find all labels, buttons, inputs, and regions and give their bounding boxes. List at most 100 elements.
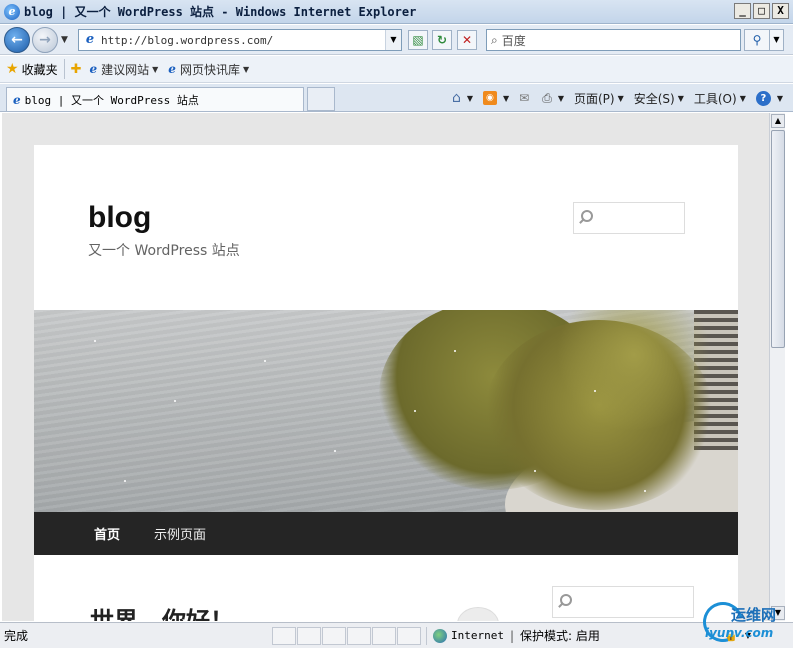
snowflake	[174, 400, 176, 402]
zone-name: Internet	[451, 629, 504, 642]
search-provider-dropdown[interactable]: ▼	[770, 29, 784, 51]
address-url[interactable]: http://blog.wordpress.com/	[101, 34, 385, 47]
chevron-down-icon: ▼	[466, 93, 473, 103]
window-titlebar[interactable]: e blog | 又一个 WordPress 站点 - Windows Inte…	[0, 0, 793, 24]
safety-menu[interactable]: 安全(S) ▼	[634, 90, 684, 107]
security-zone[interactable]: Internet | 保护模式: 启用	[426, 626, 606, 645]
status-text: 完成	[4, 629, 29, 643]
nav-item-home[interactable]: 首页	[94, 524, 120, 543]
search-button[interactable]: ⚲	[744, 29, 770, 51]
site-title[interactable]: blog	[88, 201, 151, 235]
page-viewport[interactable]: blog 又一个 WordPress 站点 首页 示例页面 世界，你好！	[2, 113, 769, 621]
stop-icon: ✕	[461, 33, 473, 47]
help-icon: ?	[755, 90, 771, 106]
chevron-down-icon: ▼	[739, 93, 746, 103]
home-button[interactable]: ⌂ ▼	[452, 90, 473, 106]
globe-icon	[433, 628, 447, 643]
comment-bubble-icon[interactable]	[457, 607, 499, 621]
snowflake	[414, 410, 416, 412]
snowflake	[94, 340, 96, 342]
snowflake	[454, 350, 456, 352]
search-input[interactable]: ⌕ 百度	[486, 29, 741, 51]
snowflake	[594, 390, 596, 392]
zone-separator: |	[509, 628, 515, 643]
maximize-button[interactable]: □	[753, 3, 770, 19]
chevron-down-icon: ▼	[502, 93, 510, 103]
page-menu[interactable]: 页面(P) ▼	[574, 90, 624, 107]
tools-menu[interactable]: 工具(O) ▼	[694, 90, 746, 107]
status-pane	[347, 626, 371, 645]
ie-page-icon: e	[13, 92, 21, 107]
chevron-down-icon: ▼	[152, 64, 159, 74]
scroll-thumb[interactable]	[771, 130, 785, 348]
search-icon	[581, 210, 593, 222]
compatibility-view-button[interactable]: ▧	[408, 30, 428, 50]
sidebar-search-input[interactable]	[552, 586, 694, 618]
search-icon	[560, 594, 572, 606]
safety-menu-label: 安全(S)	[633, 91, 675, 106]
nav-item-sample-page[interactable]: 示例页面	[154, 524, 206, 543]
fav-item-label: 网页快讯库	[179, 62, 240, 77]
tab-blog[interactable]: e blog | 又一个 WordPress 站点	[6, 87, 304, 111]
window-controls: _ □ X	[734, 3, 789, 19]
snowflake	[644, 490, 646, 492]
refresh-button[interactable]: ↻	[432, 30, 452, 50]
wp-search-input[interactable]	[573, 202, 685, 234]
command-bar: ⌂ ▼ ◉ ▼ ✉ ⎙ ▼ 页面(P) ▼ 安全(S) ▼ 工具(O) ▼ ? ▼	[452, 88, 783, 108]
snowflake	[264, 360, 266, 362]
header-image[interactable]	[34, 310, 738, 512]
tools-menu-label: 工具(O)	[693, 91, 737, 106]
scroll-up-button[interactable]: ▲	[771, 114, 785, 128]
snowflake	[124, 480, 126, 482]
ie-logo-icon: e	[4, 3, 20, 20]
fav-item-web-slice-gallery[interactable]: e 网页快讯库 ▼	[168, 61, 249, 78]
magnifier-icon: ⚲	[752, 33, 762, 47]
protected-mode-status: 保护模式: 启用	[520, 629, 600, 643]
tab-bar: e blog | 又一个 WordPress 站点 ⌂ ▼ ◉ ▼ ✉ ⎙ ▼ 页面(…	[0, 84, 793, 112]
feeds-button[interactable]: ◉ ▼	[482, 91, 510, 105]
mail-icon: ✉	[519, 91, 530, 105]
status-bar: 完成 Internet | 保护模式: 启用 🔒 ▼	[0, 622, 793, 648]
refresh-icon: ↻	[436, 33, 448, 47]
snowflake	[534, 470, 536, 472]
fav-item-label: 建议网站	[101, 62, 150, 77]
new-tab-button[interactable]	[307, 87, 335, 111]
post-title[interactable]: 世界，你好！	[90, 601, 234, 621]
address-bar[interactable]: e http://blog.wordpress.com/ ▼	[78, 29, 402, 51]
chevron-down-icon: ▼	[242, 64, 250, 74]
home-icon: ⌂	[451, 90, 461, 106]
favorites-star-icon: ★	[6, 61, 19, 77]
chevron-down-icon: ▼	[617, 93, 624, 103]
page-menu-label: 页面(P)	[573, 91, 615, 106]
status-pane	[397, 626, 421, 645]
ie-page-icon: e	[168, 62, 176, 76]
minimize-button[interactable]: _	[734, 3, 751, 19]
watermark-cn: 运维网	[731, 606, 777, 624]
favorites-button[interactable]: 收藏夹	[22, 61, 58, 78]
address-dropdown[interactable]: ▼	[385, 30, 401, 50]
fav-item-suggested-sites[interactable]: e 建议网站 ▼	[89, 61, 158, 78]
ie-page-icon: e	[85, 32, 95, 47]
window-title: blog | 又一个 WordPress 站点 - Windows Intern…	[24, 5, 417, 19]
history-dropdown[interactable]: ▼	[61, 35, 68, 45]
compat-icon: ▧	[412, 33, 424, 47]
forward-button[interactable]: →	[32, 27, 58, 53]
watermark-en: iyunv.com	[705, 626, 774, 640]
vertical-scrollbar[interactable]: ▲ ▼	[769, 113, 785, 621]
status-pane	[372, 626, 396, 645]
close-button[interactable]: X	[772, 3, 789, 19]
stop-button[interactable]: ✕	[457, 30, 477, 50]
mail-button[interactable]: ✉	[519, 91, 532, 105]
site-description: 又一个 WordPress 站点	[88, 243, 240, 259]
search-placeholder: 百度	[501, 33, 526, 48]
arrow-left-icon: ←	[11, 32, 23, 48]
arrow-right-icon: →	[39, 32, 51, 48]
site-watermark: 运维网 iyunv.com	[695, 594, 791, 648]
status-pane	[297, 626, 321, 645]
back-button[interactable]: ←	[4, 27, 30, 53]
printer-icon: ⎙	[542, 90, 552, 105]
help-menu[interactable]: ? ▼	[755, 90, 783, 106]
print-button[interactable]: ⎙ ▼	[542, 91, 564, 106]
add-favorite-icon[interactable]: ✚	[71, 62, 82, 77]
favorites-bar: ★ 收藏夹 ✚ e 建议网站 ▼ e 网页快讯库 ▼	[0, 56, 793, 83]
